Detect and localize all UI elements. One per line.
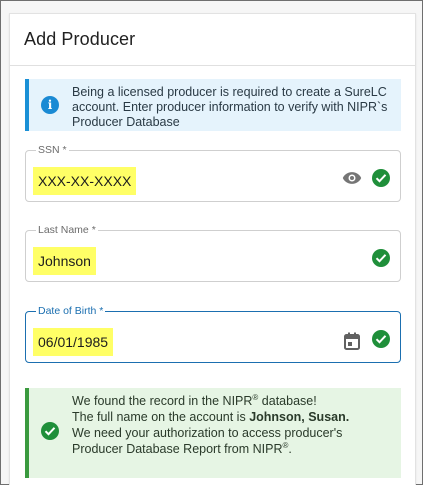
- calendar-icon[interactable]: [344, 332, 360, 350]
- info-message: Being a licensed producer is required to…: [72, 85, 388, 129]
- producer-full-name: Johnson, Susan.: [249, 410, 350, 424]
- date-of-birth-valid-check-icon: [372, 330, 390, 348]
- success-line-1: We found the record in the NIPR® databas…: [72, 392, 317, 408]
- info-icon: i: [41, 96, 59, 114]
- date-of-birth-field[interactable]: Date of Birth * 06/01/1985: [25, 305, 401, 363]
- add-producer-dialog: Add Producer i Being a licensed producer…: [9, 13, 416, 485]
- page-frame: Add Producer i Being a licensed producer…: [0, 0, 423, 485]
- success-message: We found the record in the NIPR® databas…: [72, 393, 349, 457]
- eye-icon[interactable]: [342, 171, 362, 185]
- last-name-field[interactable]: Last Name * Johnson: [25, 224, 401, 282]
- ssn-label: SSN *: [36, 144, 69, 156]
- success-check-icon: [41, 422, 59, 440]
- info-banner: i Being a licensed producer is required …: [25, 79, 401, 131]
- nipr-found-banner: We found the record in the NIPR® databas…: [25, 388, 401, 478]
- success-line-4: Producer Database Report from NIPR®.: [72, 440, 292, 456]
- last-name-label: Last Name *: [36, 224, 98, 236]
- last-name-value[interactable]: Johnson: [33, 247, 96, 275]
- dialog-header: Add Producer: [10, 14, 415, 66]
- success-line-3: We need your authorization to access pro…: [72, 426, 343, 440]
- date-of-birth-value[interactable]: 06/01/1985: [33, 328, 114, 356]
- ssn-valid-check-icon: [372, 169, 390, 187]
- dialog-title: Add Producer: [24, 29, 136, 49]
- ssn-field[interactable]: SSN * XXX-XX-XXXX: [25, 144, 401, 202]
- last-name-valid-check-icon: [372, 249, 390, 267]
- ssn-value[interactable]: XXX-XX-XXXX: [33, 167, 137, 195]
- date-of-birth-label: Date of Birth *: [36, 305, 106, 317]
- success-line-2: The full name on the account is Johnson,…: [72, 410, 350, 424]
